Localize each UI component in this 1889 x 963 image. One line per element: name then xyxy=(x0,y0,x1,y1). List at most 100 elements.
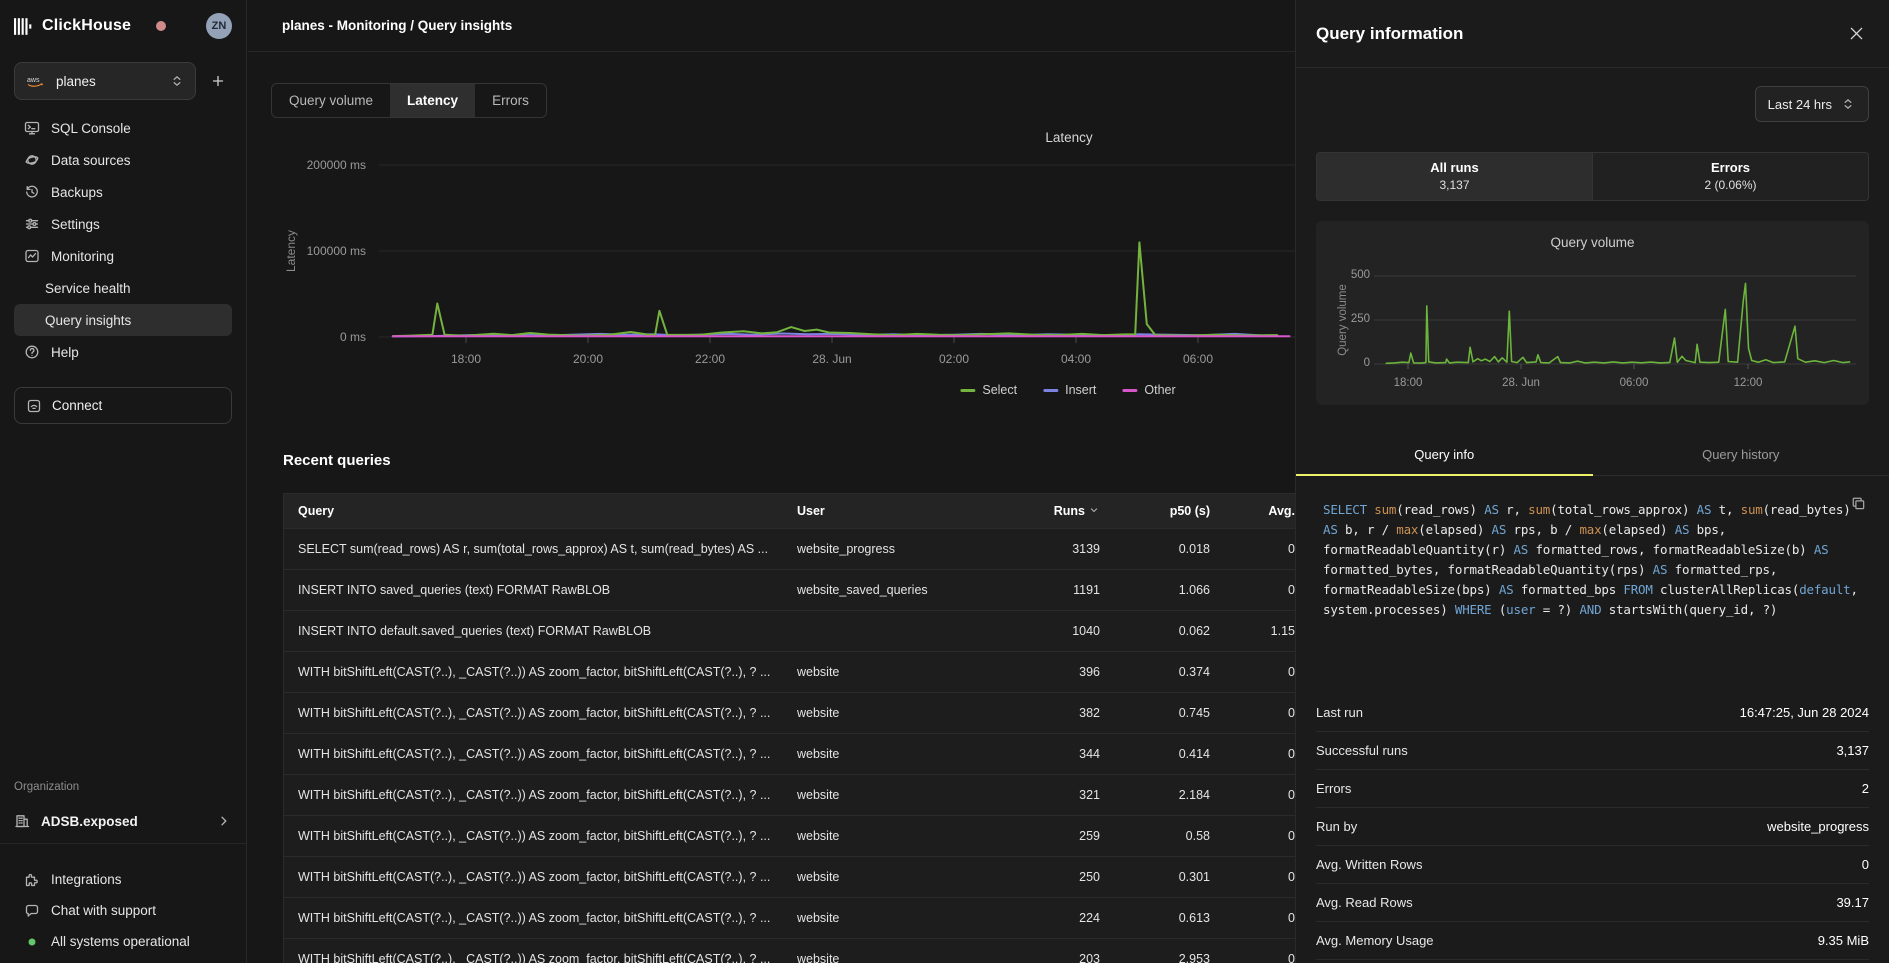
cell-avg: 0 xyxy=(1210,911,1295,925)
add-service-button[interactable] xyxy=(204,67,232,95)
table-row[interactable]: WITH bitShiftLeft(CAST(?..), _CAST(?..))… xyxy=(284,734,1307,775)
data-sources-icon xyxy=(24,152,40,168)
time-range-select[interactable]: Last 24 hrs xyxy=(1755,86,1869,122)
tab-latency[interactable]: Latency xyxy=(390,84,475,117)
cell-p50: 0.745 xyxy=(1100,706,1210,720)
legend-item-other[interactable]: Other xyxy=(1122,383,1175,397)
cell-avg: 0 xyxy=(1210,542,1295,556)
table-row[interactable]: SELECT sum(read_rows) AS r, sum(total_ro… xyxy=(284,529,1307,570)
x-axis-tick: 28. Jun xyxy=(812,352,851,366)
x-axis-tick: 06:00 xyxy=(1183,352,1213,366)
sidebar-divider xyxy=(0,843,246,844)
cell-query: WITH bitShiftLeft(CAST(?..), _CAST(?..))… xyxy=(298,952,797,963)
sql-line: AS b, r / max(elapsed) AS rps, b / max(e… xyxy=(1323,520,1862,540)
cell-avg: 0 xyxy=(1210,788,1295,802)
table-row[interactable]: INSERT INTO saved_queries (text) FORMAT … xyxy=(284,570,1307,611)
cell-user: website xyxy=(797,747,1012,761)
table-row[interactable]: WITH bitShiftLeft(CAST(?..), _CAST(?..))… xyxy=(284,775,1307,816)
panel-tab-query-info[interactable]: Query info xyxy=(1296,439,1593,475)
cell-avg: 0 xyxy=(1210,706,1295,720)
cell-user: website_saved_queries xyxy=(797,583,1012,597)
stat-label: Successful runs xyxy=(1316,743,1408,758)
sidebar-item-query-insights[interactable]: Query insights xyxy=(14,304,232,336)
avatar[interactable]: ZN xyxy=(206,13,232,39)
stat-value: 39.17 xyxy=(1836,895,1869,910)
x-axis-tick: 18:00 xyxy=(451,352,481,366)
sidebar-item-service-health[interactable]: Service health xyxy=(14,272,232,304)
sql-console-icon xyxy=(24,120,40,136)
sidebar-item-all-systems-operational[interactable]: All systems operational xyxy=(14,926,232,957)
cell-user: website xyxy=(797,788,1012,802)
cell-p50: 0.613 xyxy=(1100,911,1210,925)
x-axis-tick: 18:00 xyxy=(1394,377,1423,389)
cell-runs: 344 xyxy=(1012,747,1100,761)
stat-value: 9.35 MiB xyxy=(1818,933,1869,948)
cell-runs: 1040 xyxy=(1012,624,1100,638)
cell-user: website_progress xyxy=(797,542,1012,556)
segment-errors[interactable]: Errors2 (0.06%) xyxy=(1592,153,1868,200)
column-header-runs[interactable]: Runs xyxy=(1012,504,1100,519)
sql-line: SELECT sum(read_rows) AS r, sum(total_ro… xyxy=(1323,500,1862,520)
sidebar-item-sql-console[interactable]: SQL Console xyxy=(14,112,232,144)
tab-query-volume[interactable]: Query volume xyxy=(272,84,390,117)
cell-runs: 224 xyxy=(1012,911,1100,925)
cell-query: INSERT INTO default.saved_queries (text)… xyxy=(298,624,797,638)
cell-runs: 1191 xyxy=(1012,583,1100,597)
table-row[interactable]: WITH bitShiftLeft(CAST(?..), _CAST(?..))… xyxy=(284,857,1307,898)
table-row[interactable]: WITH bitShiftLeft(CAST(?..), _CAST(?..))… xyxy=(284,939,1307,963)
table-row[interactable]: WITH bitShiftLeft(CAST(?..), _CAST(?..))… xyxy=(284,816,1307,857)
cell-runs: 259 xyxy=(1012,829,1100,843)
y-axis-tick: 250 xyxy=(1330,313,1370,325)
stat-value: 0 xyxy=(1862,857,1869,872)
sidebar-item-integrations[interactable]: Integrations xyxy=(14,864,232,895)
y-axis-tick: 0 xyxy=(1330,357,1370,369)
cell-query: WITH bitShiftLeft(CAST(?..), _CAST(?..))… xyxy=(298,706,797,720)
status-ok-icon xyxy=(24,934,40,950)
sidebar-item-chat-with-support[interactable]: Chat with support xyxy=(14,895,232,926)
stat-label: Avg. Written Rows xyxy=(1316,857,1422,872)
tab-errors[interactable]: Errors xyxy=(475,84,546,117)
cell-avg: 0 xyxy=(1210,952,1295,963)
table-row[interactable]: WITH bitShiftLeft(CAST(?..), _CAST(?..))… xyxy=(284,693,1307,734)
sidebar-item-help[interactable]: Help xyxy=(14,336,232,368)
table-row[interactable]: WITH bitShiftLeft(CAST(?..), _CAST(?..))… xyxy=(284,898,1307,939)
segment-label: Errors xyxy=(1593,160,1868,175)
cell-query: WITH bitShiftLeft(CAST(?..), _CAST(?..))… xyxy=(298,829,797,843)
stat-label: Errors xyxy=(1316,781,1351,796)
footer-item-label: Chat with support xyxy=(51,903,156,918)
sidebar-nav: SQL ConsoleData sourcesBackupsSettingsMo… xyxy=(0,110,246,368)
service-selector[interactable]: aws planes xyxy=(14,62,196,100)
chart-tab-group: Query volumeLatencyErrors xyxy=(271,83,547,118)
table-row[interactable]: INSERT INTO default.saved_queries (text)… xyxy=(284,611,1307,652)
stat-row-avg-written-rows: Avg. Written Rows 0 xyxy=(1316,846,1869,884)
integrations-icon xyxy=(24,872,40,888)
legend-label: Other xyxy=(1144,383,1175,397)
column-header-avg[interactable]: Avg. xyxy=(1210,504,1295,518)
clickhouse-logo-icon xyxy=(14,17,33,36)
sidebar-item-data-sources[interactable]: Data sources xyxy=(14,144,232,176)
notification-dot-icon xyxy=(156,21,166,31)
cell-query: WITH bitShiftLeft(CAST(?..), _CAST(?..))… xyxy=(298,911,797,925)
recent-queries-table: QueryUserRunsp50 (s)Avg.SELECT sum(read_… xyxy=(283,493,1308,963)
column-header-p50-s[interactable]: p50 (s) xyxy=(1100,504,1210,518)
table-row[interactable]: WITH bitShiftLeft(CAST(?..), _CAST(?..))… xyxy=(284,652,1307,693)
column-header-label: Runs xyxy=(1054,504,1085,518)
page-title: planes - Monitoring / Query insights xyxy=(282,18,512,33)
recent-queries-section: Recent queries QueryUserRunsp50 (s)Avg.S… xyxy=(283,452,1308,963)
sql-code: SELECT sum(read_rows) AS r, sum(total_ro… xyxy=(1323,500,1862,620)
sidebar-item-label: Query insights xyxy=(45,313,131,328)
legend-item-select[interactable]: Select xyxy=(960,383,1017,397)
sidebar-item-backups[interactable]: Backups xyxy=(14,176,232,208)
connect-button[interactable]: Connect xyxy=(14,387,232,424)
close-icon[interactable] xyxy=(1843,21,1869,47)
panel-tab-query-history[interactable]: Query history xyxy=(1593,439,1889,475)
cell-runs: 3139 xyxy=(1012,542,1100,556)
sidebar-item-settings[interactable]: Settings xyxy=(14,208,232,240)
sidebar-item-monitoring[interactable]: Monitoring xyxy=(14,240,232,272)
legend-item-insert[interactable]: Insert xyxy=(1043,383,1096,397)
organization-selector[interactable]: ADSB.exposed xyxy=(14,805,232,837)
chevron-updown-icon xyxy=(169,73,185,89)
segment-all-runs[interactable]: All runs3,137 xyxy=(1317,153,1592,200)
column-header-query: Query xyxy=(298,504,797,518)
copy-icon[interactable] xyxy=(1851,496,1869,514)
